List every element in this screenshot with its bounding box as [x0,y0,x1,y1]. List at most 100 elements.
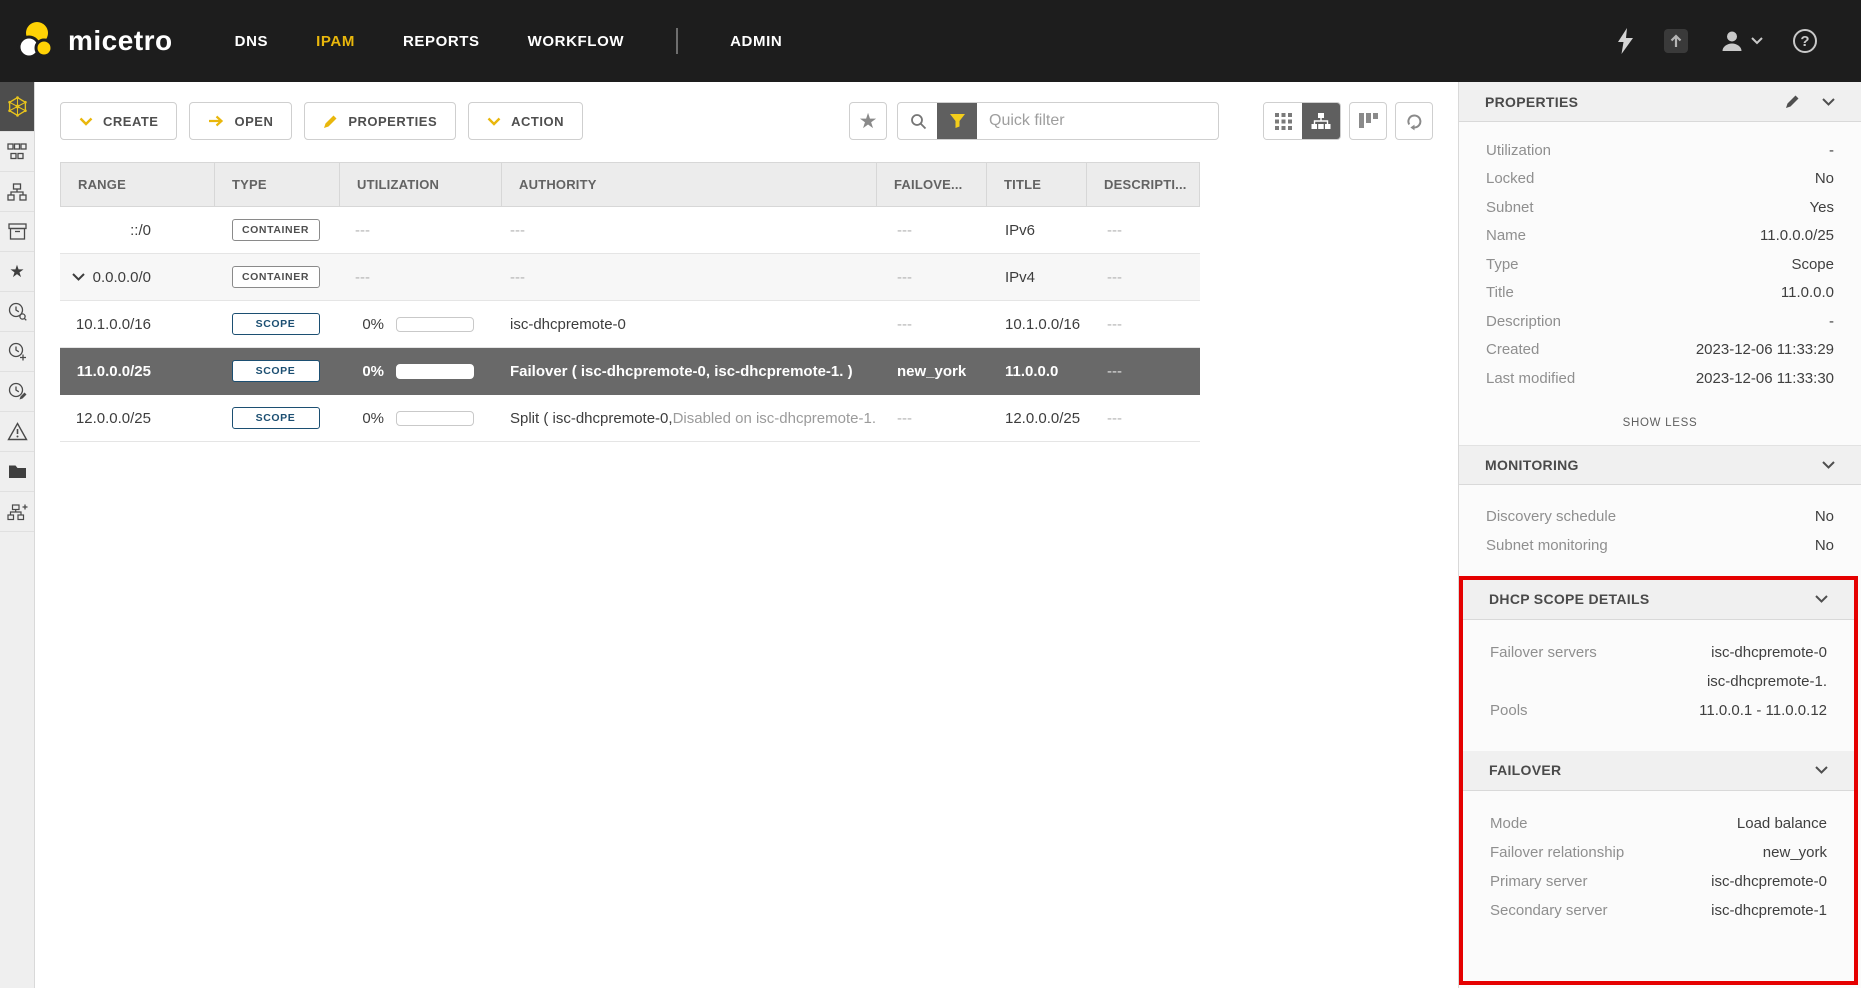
range-cell: 10.1.0.0/16 [60,316,213,333]
grid-view-icon[interactable] [1264,103,1302,139]
table-row[interactable]: 0.0.0.0/0 CONTAINER --- --- --- IPv4 --- [60,254,1200,301]
create-button[interactable]: CREATE [60,102,177,140]
blocks-icon [7,143,27,160]
type-badge: SCOPE [232,407,320,429]
sidebar-item-history-add[interactable] [0,332,34,372]
utilization-cell: --- [338,222,500,239]
authority-cell: Failover ( isc-dhcpremote-0, isc-dhcprem… [500,363,875,380]
authority-cell: --- [500,222,875,239]
table-row[interactable]: 10.1.0.0/16 SCOPE 0% isc-dhcpremote-0 --… [60,301,1200,348]
chevron-down-icon [487,117,501,126]
archive-icon [8,223,27,240]
column-header-title[interactable]: TITLE [986,163,1086,206]
sidebar-item-folders[interactable] [0,452,34,492]
column-header-description[interactable]: DESCRIPTI... [1086,163,1201,206]
funnel-icon[interactable] [937,102,977,140]
brand-logo[interactable]: micetro [0,20,173,62]
collapse-chevron-icon[interactable] [1815,766,1828,774]
dhcp-scope-details-section-header: DHCP SCOPE DETAILS [1463,580,1854,620]
refresh-icon[interactable] [1395,102,1433,140]
properties-button-label: PROPERTIES [348,114,437,129]
show-less-button[interactable]: SHOW LESS [1459,393,1861,445]
column-header-range[interactable]: RANGE [61,163,214,206]
column-header-utilization[interactable]: UTILIZATION [339,163,501,206]
sidebar-item-alerts[interactable] [0,412,34,452]
title-cell: 10.1.0.0/16 [985,316,1085,333]
sitemap-add-icon [7,503,28,521]
column-header-authority[interactable]: AUTHORITY [501,163,876,206]
tree-view-icon[interactable] [1302,103,1340,139]
properties-section-header: PROPERTIES [1459,82,1861,122]
nav-dns[interactable]: DNS [235,33,268,50]
utilization-cell: 0% [338,410,500,427]
history-edit-icon [8,382,27,401]
utilization-bar [396,411,474,426]
lightning-icon[interactable] [1618,28,1633,54]
sitemap-icon [7,183,27,201]
sidebar-item-add-hierarchy[interactable] [0,492,34,532]
quick-filter-input[interactable] [977,112,1218,130]
view-toggle-group [1263,102,1341,140]
failover-cell: --- [875,222,985,239]
chevron-down-icon [79,117,93,126]
sidebar-item-history-search[interactable] [0,292,34,332]
column-header-failover[interactable]: FAILOVE... [876,163,986,206]
open-button-label: OPEN [234,114,273,129]
column-header-type[interactable]: TYPE [214,163,339,206]
properties-button[interactable]: PROPERTIES [304,102,456,140]
chevron-down-icon [1751,37,1763,45]
topbar-actions: ? [1618,28,1861,54]
description-cell: --- [1085,222,1200,239]
failover-section-title: FAILOVER [1489,762,1561,778]
expand-chevron-icon[interactable] [72,273,85,281]
favorite-button[interactable]: ★ [849,102,887,140]
highlight-annotation: DHCP SCOPE DETAILS Failover serversisc-d… [1459,576,1858,986]
snapshot-icon[interactable] [1663,28,1689,54]
table-row[interactable]: 12.0.0.0/25 SCOPE 0% Split ( isc-dhcprem… [60,395,1200,442]
description-cell: --- [1085,410,1200,427]
top-navbar: micetro DNS IPAM REPORTS WORKFLOW ADMIN [0,0,1861,82]
arrow-right-icon [208,115,224,127]
type-badge: CONTAINER [232,219,320,241]
table-row[interactable]: ::/0 CONTAINER --- --- --- IPv6 --- [60,207,1200,254]
search-icon [898,113,937,130]
kanban-view-icon[interactable] [1349,102,1387,140]
title-cell: 11.0.0.0 [985,363,1085,380]
nav-admin[interactable]: ADMIN [730,33,782,50]
collapse-chevron-icon[interactable] [1815,595,1828,603]
star-icon: ★ [9,263,24,280]
table-row-selected[interactable]: 11.0.0.0/25 SCOPE 0% Failover ( isc-dhcp… [60,348,1200,395]
sidebar-item-archive[interactable] [0,212,34,252]
nav-reports[interactable]: REPORTS [403,33,480,50]
sidebar-item-blocks[interactable] [0,132,34,172]
sidebar-item-favorites[interactable]: ★ [0,252,34,292]
range-cell: ::/0 [60,222,213,239]
toolbar-right: ★ [849,102,1433,140]
user-icon [1719,28,1745,54]
failover-section-header: FAILOVER [1463,751,1854,791]
history-add-icon [8,342,27,361]
failover-cell: new_york [875,363,985,380]
action-button[interactable]: ACTION [468,102,583,140]
brand-name: micetro [68,25,173,57]
type-badge: SCOPE [232,313,320,335]
nav-workflow[interactable]: WORKFLOW [528,33,624,50]
utilization-cell: 0% [338,363,500,380]
sidebar-item-ipam-ranges[interactable] [0,82,34,132]
open-button[interactable]: OPEN [189,102,292,140]
edit-pencil-icon[interactable] [1785,94,1800,109]
dhcp-scope-details-title: DHCP SCOPE DETAILS [1489,591,1649,607]
failover-cell: --- [875,269,985,286]
sidebar-item-hierarchy[interactable] [0,172,34,212]
user-menu[interactable] [1719,28,1763,54]
nav-ipam[interactable]: IPAM [316,33,355,50]
utilization-cell: 0% [338,316,500,333]
monitoring-section-header: MONITORING [1459,445,1861,485]
authority-cell: --- [500,269,875,286]
description-cell: --- [1085,363,1200,380]
collapse-chevron-icon[interactable] [1822,98,1835,106]
history-search-icon [8,302,27,321]
collapse-chevron-icon[interactable] [1822,461,1835,469]
help-icon[interactable]: ? [1793,29,1817,53]
sidebar-item-history-edit[interactable] [0,372,34,412]
